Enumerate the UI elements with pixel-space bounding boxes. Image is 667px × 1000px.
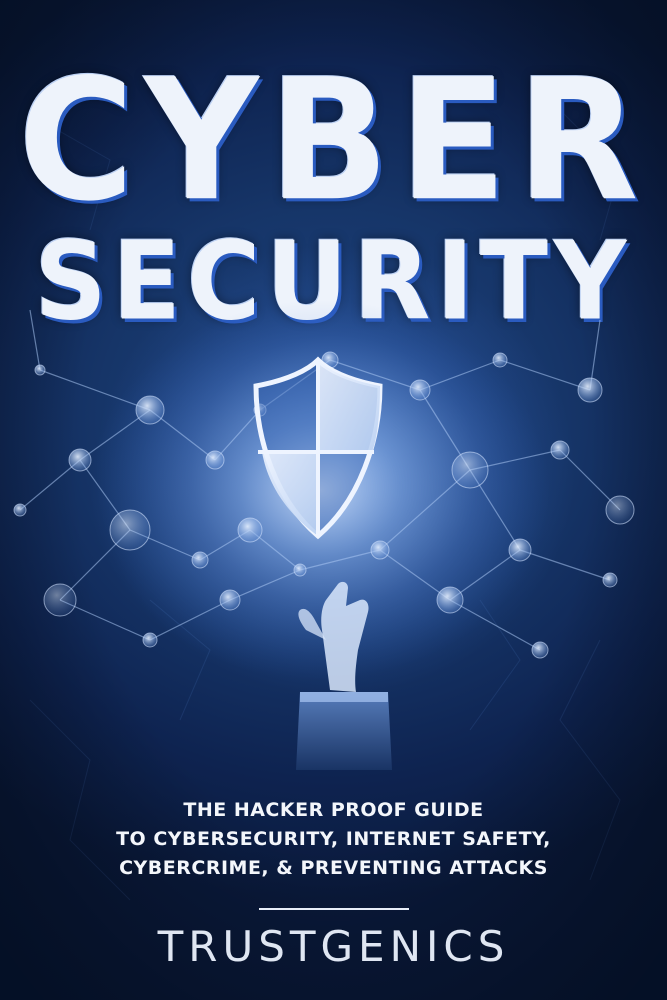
divider — [259, 908, 409, 910]
author-name: TRUSTGENICS — [157, 922, 510, 971]
network-illustration — [13, 300, 635, 770]
book-cover: CYBER SECURITY THE HACKER PROOF GUIDE TO… — [0, 0, 667, 1000]
subtitle-line-1: THE HACKER PROOF GUIDE — [183, 799, 484, 821]
subtitle-line-3: CYBERCRIME, & PREVENTING ATTACKS — [119, 857, 548, 879]
subtitle-line-2: TO CYBERSECURITY, INTERNET SAFETY, — [116, 828, 551, 850]
title-line-1: CYBER — [18, 43, 649, 239]
subtitle: THE HACKER PROOF GUIDE TO CYBERSECURITY,… — [0, 796, 667, 883]
